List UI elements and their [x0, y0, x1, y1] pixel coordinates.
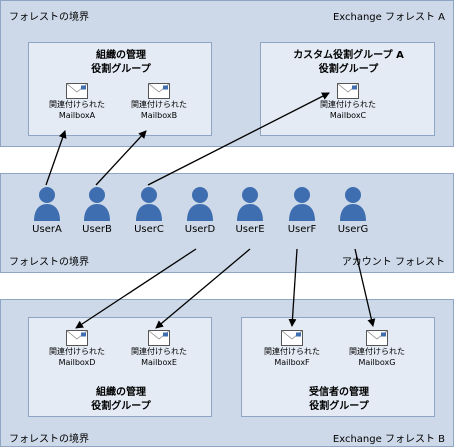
forest-diagram: フォレストの境界 Exchange フォレスト A 組織の管理 役割グループ 関…	[0, 0, 454, 447]
arrow-userd-to-mailboxd	[75, 248, 197, 329]
arrow-usere-to-mailboxe	[155, 248, 251, 329]
arrow-userf-to-mailboxf	[288, 248, 298, 327]
arrow-userb-to-mailboxb	[95, 130, 147, 186]
connector-arrows	[45, 92, 376, 329]
arrow-userc-to-mailboxc	[147, 92, 330, 186]
arrow-usera-to-mailboxa	[45, 130, 67, 186]
arrow-userg-to-mailboxg	[354, 248, 376, 327]
